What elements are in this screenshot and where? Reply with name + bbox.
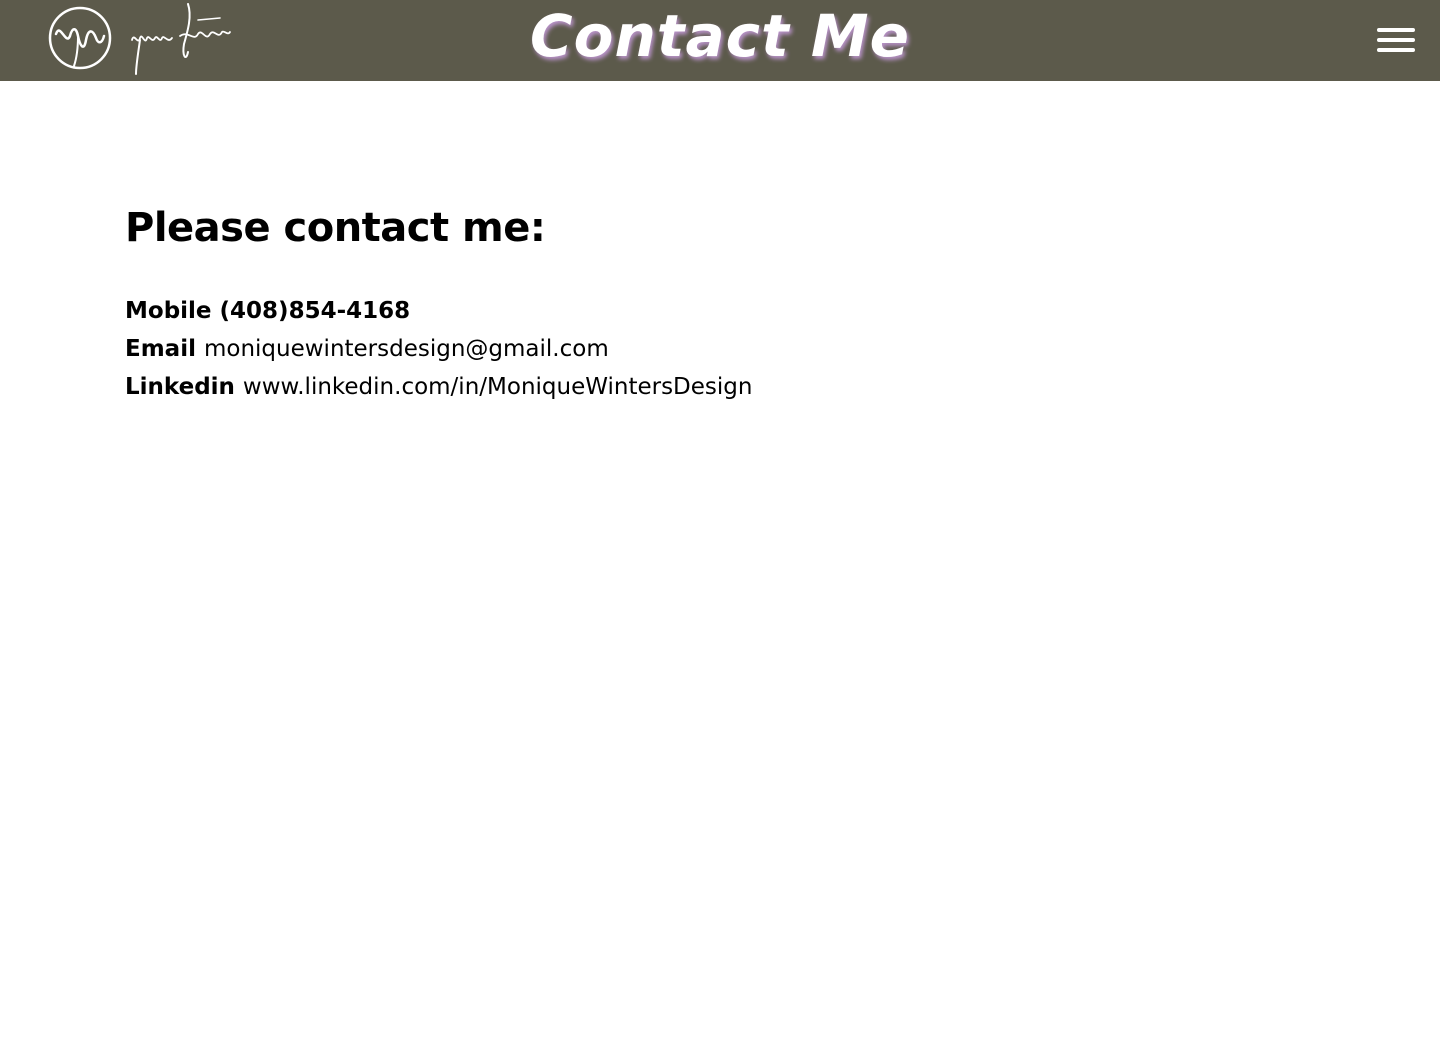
- menu-button[interactable]: [1372, 24, 1420, 58]
- contact-row-linkedin: Linkedin www.linkedin.com/in/MoniqueWinte…: [125, 368, 752, 406]
- hamburger-menu-icon-bar: [1377, 48, 1415, 52]
- contact-row-email: Email moniquewintersdesign@gmail.com: [125, 330, 752, 368]
- contact-section: Please contact me: Mobile (408)854-4168 E…: [125, 200, 752, 406]
- contact-label-mobile: Mobile: [125, 298, 212, 324]
- linkedin-link[interactable]: www.linkedin.com/in/MoniqueWintersDesign: [243, 374, 753, 400]
- page-title: Contact Me: [530, 2, 910, 70]
- site-header: Contact Me: [0, 0, 1440, 81]
- contact-list: Mobile (408)854-4168 Email moniquewintersd…: [125, 292, 752, 406]
- contact-label-email: Email: [125, 336, 196, 362]
- hamburger-menu-icon-bar: [1377, 38, 1415, 42]
- contact-label-linkedin: Linkedin: [125, 374, 235, 400]
- phone-number: (408)854-4168: [219, 298, 411, 324]
- contact-row-mobile: Mobile (408)854-4168: [125, 292, 752, 330]
- hamburger-menu-icon: [1377, 28, 1415, 32]
- email-link[interactable]: moniquewintersdesign@gmail.com: [204, 336, 609, 362]
- contact-heading: Please contact me:: [125, 205, 546, 251]
